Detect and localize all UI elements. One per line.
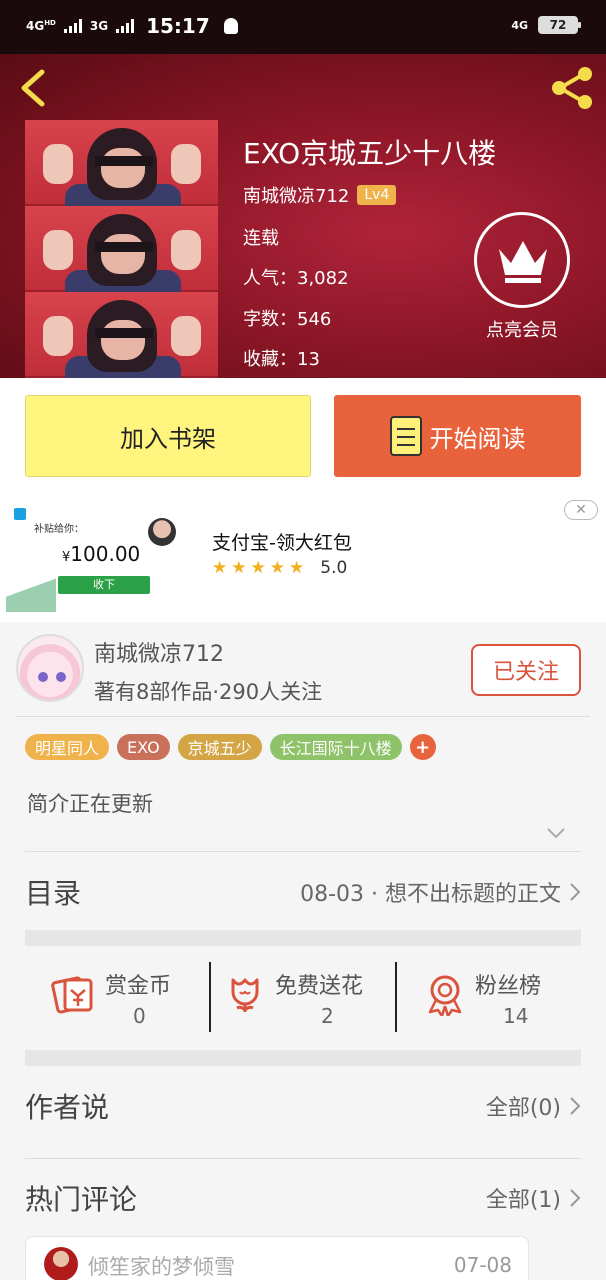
alipay-logo-icon xyxy=(14,508,26,520)
back-button[interactable] xyxy=(16,66,52,110)
favorites-count: 收藏：13 xyxy=(243,349,320,370)
signal-icon xyxy=(63,19,82,33)
crown-icon xyxy=(499,241,547,283)
back-arrow-icon xyxy=(21,69,45,107)
author-says-all[interactable]: 全部(0) xyxy=(486,1090,581,1122)
comment-date: 07-08 xyxy=(453,1253,512,1277)
tag-list: 明星同人 EXO 京城五少 长江国际十八楼 + xyxy=(25,734,436,760)
qq-icon xyxy=(223,18,238,34)
ad-rating: 5.0 xyxy=(320,558,348,578)
stat-value: 14 xyxy=(503,1004,529,1028)
hot-comments-row[interactable]: 热门评论 全部(1) xyxy=(25,1174,581,1222)
commenter-avatar[interactable] xyxy=(44,1247,78,1280)
stat-label: 粉丝榜 xyxy=(475,974,542,999)
book-icon xyxy=(389,416,422,456)
section-gap xyxy=(25,930,581,946)
clock: 15:17 xyxy=(146,14,210,38)
stat-fans[interactable]: 粉丝榜 14 xyxy=(395,962,581,1032)
tag-item[interactable]: 长江国际十八楼 xyxy=(269,734,402,760)
share-button[interactable] xyxy=(548,64,596,112)
chevron-right-icon xyxy=(570,1189,581,1207)
hot-comments-title: 热门评论 xyxy=(25,1183,138,1216)
stat-flowers[interactable]: 免费送花 2 xyxy=(209,962,395,1032)
book-header: EXO京城五少十八楼 南城微凉712 Lv4 连载 人气：3,082 字数：54… xyxy=(0,54,606,378)
level-badge: Lv4 xyxy=(357,185,397,205)
star-icon: ★ xyxy=(250,558,266,578)
stat-label: 赏金币 xyxy=(105,974,172,999)
tag-item[interactable]: 京城五少 xyxy=(177,734,262,760)
battery-icon: 72 xyxy=(538,16,581,34)
ad-rating-stars: ★ ★ ★ ★ ★ 5.0 xyxy=(212,558,347,578)
ad-amount: ¥100.00 xyxy=(62,542,141,566)
star-icon: ★ xyxy=(269,558,285,578)
tag-item[interactable]: 明星同人 xyxy=(25,734,110,760)
flower-icon xyxy=(231,978,259,1013)
divider xyxy=(25,1158,581,1159)
stat-value: 0 xyxy=(133,1004,146,1028)
network-1-label: 4GHD xyxy=(26,19,56,33)
ad-subtitle: 补贴给你： xyxy=(34,524,84,535)
expand-chevron-icon[interactable] xyxy=(546,826,566,840)
divider xyxy=(25,851,581,852)
medal-icon xyxy=(428,975,462,1016)
vip-label[interactable]: 点亮会员 xyxy=(472,316,572,342)
author-card-name[interactable]: 南城微凉712 xyxy=(94,636,224,668)
tag-item[interactable]: EXO xyxy=(117,734,170,760)
ad-close-button[interactable]: ✕ xyxy=(564,500,598,520)
start-reading-label: 开始阅读 xyxy=(429,424,526,453)
book-intro: 简介正在更新 xyxy=(27,792,153,816)
hot-comments-all[interactable]: 全部(1) xyxy=(486,1182,581,1214)
divider xyxy=(16,716,590,717)
commenter-name[interactable]: 倾笙家的梦倾雪 xyxy=(88,1251,235,1280)
ad-decoration xyxy=(6,574,56,612)
author-says-title: 作者说 xyxy=(25,1091,110,1124)
ad-title[interactable]: 支付宝-领大红包 xyxy=(212,528,352,555)
add-tag-button[interactable]: + xyxy=(409,734,436,760)
author-card-stats: 著有8部作品·290人关注 xyxy=(94,680,323,704)
star-icon: ★ xyxy=(212,558,228,578)
author-says-row[interactable]: 作者说 全部(0) xyxy=(25,1082,581,1130)
stat-value: 2 xyxy=(321,1004,334,1028)
book-cover[interactable] xyxy=(25,120,218,378)
start-reading-button[interactable]: 开始阅读 xyxy=(334,395,581,477)
popularity: 人气：3,082 xyxy=(243,268,349,289)
author-avatar[interactable] xyxy=(16,634,84,702)
book-title: EXO京城五少十八楼 xyxy=(243,137,497,170)
latest-chapter[interactable]: 08-03 · 想不出标题的正文 xyxy=(300,876,581,908)
signal-icon-2 xyxy=(116,19,135,33)
word-count: 字数：546 xyxy=(243,309,332,330)
ad-avatar xyxy=(148,518,176,546)
network-2-label: 3G xyxy=(89,19,109,33)
network-right-label: 4G xyxy=(511,18,528,32)
author-name[interactable]: 南城微凉712 xyxy=(243,182,349,208)
author-row[interactable]: 南城微凉712 Lv4 xyxy=(243,182,397,208)
star-icon: ★ xyxy=(231,558,247,578)
follow-button[interactable]: 已关注 xyxy=(471,644,581,696)
ad-accept-button[interactable]: 收下 xyxy=(58,576,150,594)
serial-status: 连载 xyxy=(243,228,279,249)
reward-stats: 赏金币 0 免费送花 2 粉丝榜 14 xyxy=(25,962,581,1032)
catalog-title: 目录 xyxy=(25,877,82,910)
red-envelope-icon xyxy=(51,976,93,1014)
comment-card[interactable]: 倾笙家的梦倾雪 07-08 xyxy=(25,1236,529,1280)
add-to-shelf-button[interactable]: 加入书架 xyxy=(25,395,311,477)
stat-label: 免费送花 xyxy=(275,974,364,999)
catalog-row[interactable]: 目录 08-03 · 想不出标题的正文 xyxy=(25,868,581,916)
ad-image[interactable]: 补贴给你： ¥100.00 收下 xyxy=(6,502,200,612)
vip-button[interactable] xyxy=(474,212,570,308)
stat-coins[interactable]: 赏金币 0 xyxy=(25,962,209,1032)
section-gap xyxy=(25,1050,581,1066)
status-bar: 4GHD 3G 15:17 4G 72 xyxy=(0,0,606,54)
ad-banner[interactable]: 补贴给你： ¥100.00 收下 支付宝-领大红包 ★ ★ ★ ★ ★ 5.0 ✕ xyxy=(0,492,606,622)
chevron-right-icon xyxy=(570,883,581,901)
share-icon xyxy=(552,67,592,109)
action-bar: 加入书架 开始阅读 xyxy=(0,378,606,492)
star-icon: ★ xyxy=(289,558,305,578)
author-card[interactable]: 南城微凉712 著有8部作品·290人关注 已关注 xyxy=(0,622,606,716)
chevron-right-icon xyxy=(570,1097,581,1115)
